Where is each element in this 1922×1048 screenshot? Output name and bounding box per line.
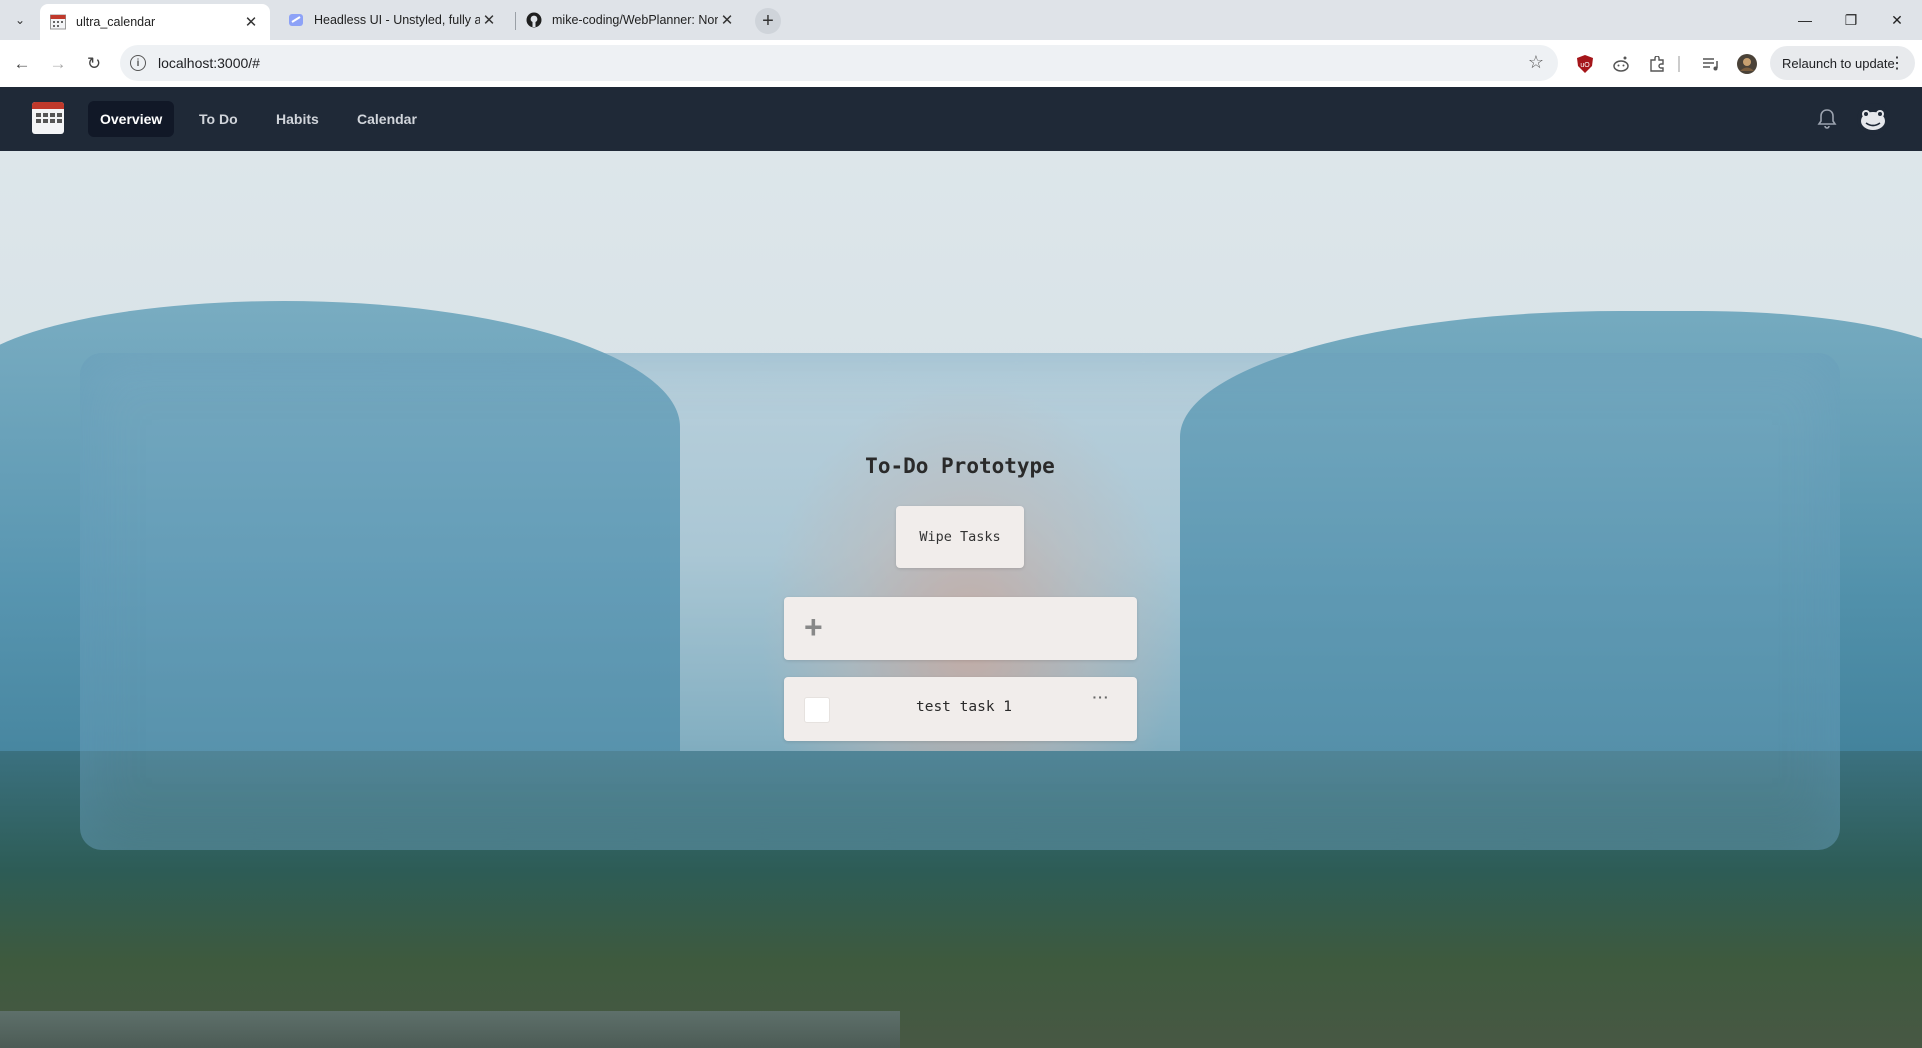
tab-title: ultra_calendar <box>76 15 156 29</box>
wipe-tasks-button[interactable]: Wipe Tasks <box>896 506 1024 568</box>
star-icon[interactable]: ☆ <box>1528 52 1544 73</box>
tab-close-icon[interactable]: ✕ <box>718 11 736 29</box>
back-arrow-icon[interactable]: ← <box>8 50 36 78</box>
nav-overview[interactable]: Overview <box>88 101 175 137</box>
app-nav-bar: Overview To Do Habits Calendar <box>0 87 1922 151</box>
nav-habits[interactable]: Habits <box>264 101 331 137</box>
nav-todo[interactable]: To Do <box>187 101 250 137</box>
notification-bell-icon[interactable] <box>1815 107 1839 131</box>
forward-arrow-icon[interactable]: → <box>44 50 72 78</box>
tab-close-icon[interactable]: ✕ <box>242 13 260 31</box>
media-controls-icon[interactable] <box>1700 53 1722 75</box>
address-url[interactable]: localhost:3000/# <box>158 55 260 71</box>
new-tab-button[interactable]: + <box>755 8 781 34</box>
tab-close-icon[interactable]: ✕ <box>480 11 498 29</box>
browser-tab-github[interactable]: mike-coding/WebPlanner: Non ✕ <box>516 4 746 36</box>
toolbar-separator <box>1678 56 1680 72</box>
browser-tab-headless-ui[interactable]: Headless UI - Unstyled, fully acc ✕ <box>278 4 508 36</box>
site-info-icon[interactable]: i <box>130 55 146 71</box>
app-logo-calendar-icon[interactable] <box>32 102 64 134</box>
user-avatar-frog-icon[interactable] <box>1857 103 1889 135</box>
reload-icon[interactable]: ↻ <box>80 50 108 78</box>
task-label[interactable]: test task 1 <box>844 699 1084 715</box>
new-task-input[interactable] <box>844 609 1124 649</box>
ublock-extension-icon[interactable]: uO <box>1574 53 1596 75</box>
extensions-puzzle-icon[interactable] <box>1646 53 1668 75</box>
profile-avatar[interactable] <box>1736 53 1758 75</box>
tab-title: mike-coding/WebPlanner: Non <box>552 13 718 27</box>
calendar-favicon-icon <box>50 14 66 30</box>
browser-menu-icon[interactable]: ⋮ <box>1889 53 1905 73</box>
browser-tab-ultra-calendar[interactable]: ultra_calendar ✕ <box>40 4 270 40</box>
add-plus-icon[interactable]: + <box>804 611 823 643</box>
relaunch-to-update-button[interactable]: Relaunch to update ⋮ <box>1770 46 1915 80</box>
reddit-extension-icon[interactable] <box>1610 53 1632 75</box>
task-item: test task 1 ··· <box>784 677 1137 741</box>
tab-search-chevron-icon[interactable]: ⌄ <box>8 8 32 32</box>
task-checkbox[interactable] <box>804 697 830 723</box>
todo-title: To-Do Prototype <box>865 454 1055 478</box>
address-bar[interactable]: i localhost:3000/# ☆ <box>120 45 1558 81</box>
minimize-window-icon[interactable]: — <box>1782 0 1828 40</box>
river <box>0 1011 900 1048</box>
svg-text:uO: uO <box>1580 62 1590 69</box>
nav-calendar[interactable]: Calendar <box>345 101 429 137</box>
add-task-row: + <box>784 597 1137 660</box>
browser-tab-strip: ⌄ ultra_calendar ✕ Headless UI - Unstyle… <box>0 0 1922 40</box>
tab-title: Headless UI - Unstyled, fully acc <box>314 13 480 27</box>
headless-ui-favicon-icon <box>289 14 303 26</box>
task-more-options-icon[interactable]: ··· <box>1086 689 1116 709</box>
relaunch-label: Relaunch to update <box>1782 55 1895 71</box>
browser-toolbar: ← → ↻ i localhost:3000/# ☆ uO Relaunch t… <box>0 40 1922 87</box>
close-window-icon[interactable]: ✕ <box>1874 0 1920 40</box>
restore-window-icon[interactable]: ❐ <box>1828 0 1874 40</box>
github-favicon-icon <box>526 12 542 28</box>
